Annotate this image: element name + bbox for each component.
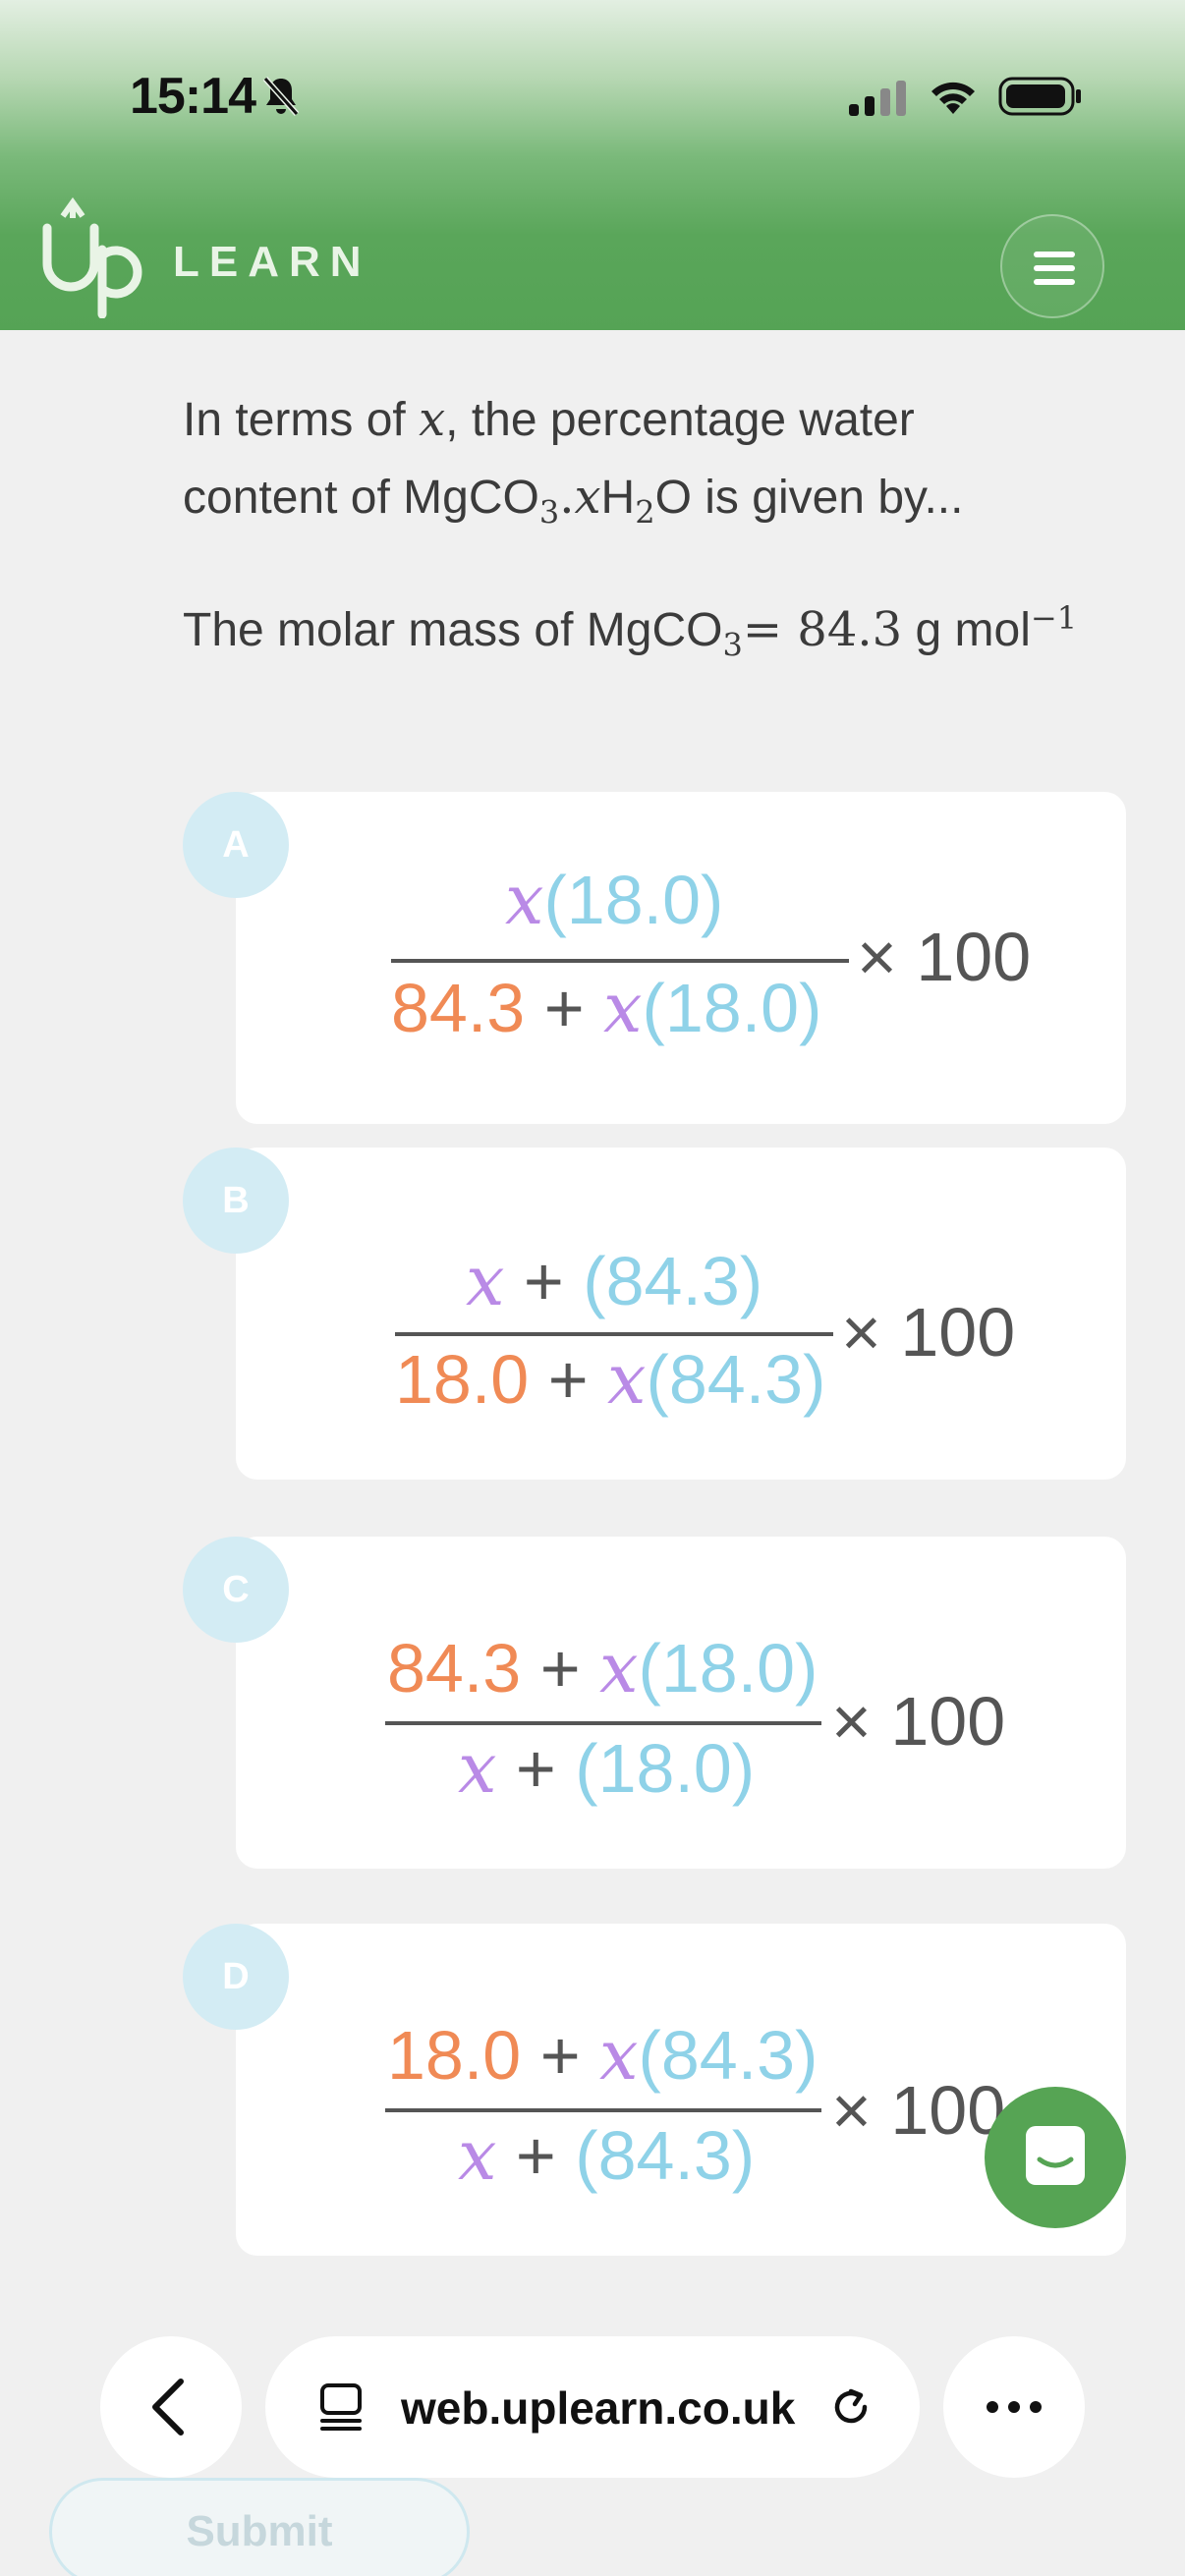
bell-muted-icon <box>262 77 300 116</box>
up-logo-icon <box>42 196 142 318</box>
option-b-badge[interactable]: B <box>183 1148 289 1254</box>
molar-mass-text: The molar mass of MgCO3= 84.3 g mol−1 <box>183 599 1078 664</box>
tab-view-icon <box>320 2383 362 2431</box>
browser-back-button[interactable] <box>100 2336 242 2478</box>
uplearn-logo[interactable]: LEARN <box>41 195 454 318</box>
hamburger-icon <box>1034 252 1075 257</box>
app-header: 15:14 LEARN <box>0 0 1185 330</box>
hamburger-icon <box>1034 265 1075 271</box>
status-time: 15:14 <box>130 68 256 125</box>
logo-text: LEARN <box>173 238 371 286</box>
chevron-left-icon <box>152 2379 184 2436</box>
submit-button[interactable]: Submit <box>49 2478 470 2576</box>
reload-icon[interactable] <box>821 2378 880 2436</box>
url-text: web.uplearn.co.uk <box>401 2382 796 2434</box>
more-options-button[interactable] <box>943 2336 1085 2478</box>
address-bar[interactable]: web.uplearn.co.uk <box>265 2336 920 2478</box>
option-d-badge[interactable]: D <box>183 1924 289 2030</box>
chat-icon <box>1026 2126 1085 2185</box>
menu-button[interactable] <box>1000 214 1104 318</box>
option-a-badge[interactable]: A <box>183 792 289 898</box>
option-c-badge[interactable]: C <box>183 1537 289 1643</box>
ellipsis-icon <box>987 2401 1042 2413</box>
chat-support-button[interactable] <box>985 2087 1126 2228</box>
battery-icon <box>998 77 1081 116</box>
wifi-icon <box>931 82 975 114</box>
hamburger-icon <box>1034 279 1075 285</box>
signal-icon <box>849 81 906 116</box>
question-text: In terms of x, the percentage water cont… <box>183 392 964 532</box>
